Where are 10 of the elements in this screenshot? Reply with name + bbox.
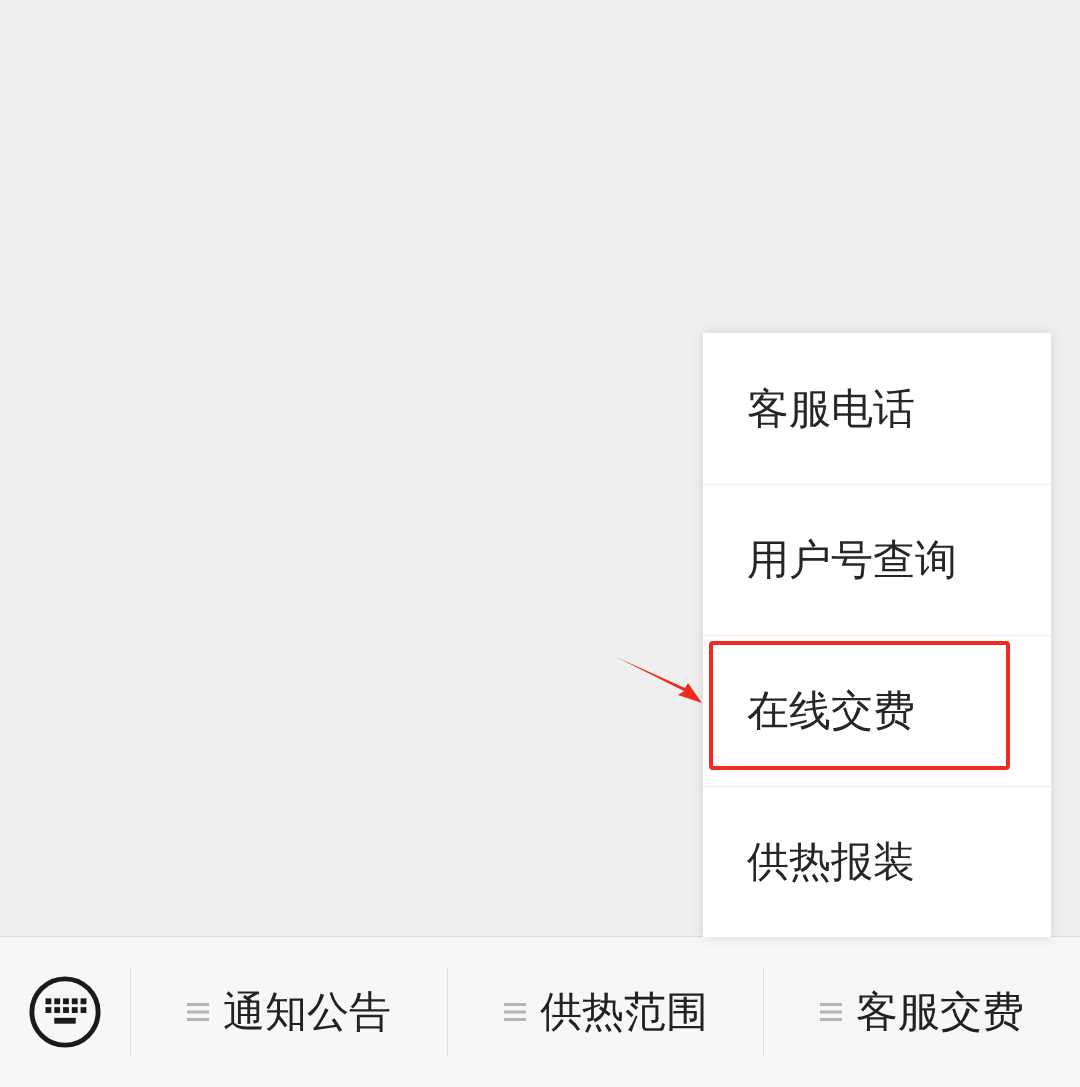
menu-lines-icon: [820, 1002, 843, 1022]
menu-tab[interactable]: 供热范围: [447, 968, 765, 1056]
menu-lines-icon: [186, 1002, 209, 1022]
menu-tab[interactable]: 客服交费: [764, 968, 1080, 1056]
menu-item[interactable]: 用户号查询: [703, 484, 1051, 635]
menu-tab[interactable]: 通知公告: [131, 968, 448, 1056]
menu-item[interactable]: 在线交费: [703, 635, 1051, 786]
keyboard-icon[interactable]: [28, 975, 102, 1049]
menu-item[interactable]: 客服电话: [703, 333, 1051, 484]
menu-lines-icon: [503, 1002, 526, 1022]
